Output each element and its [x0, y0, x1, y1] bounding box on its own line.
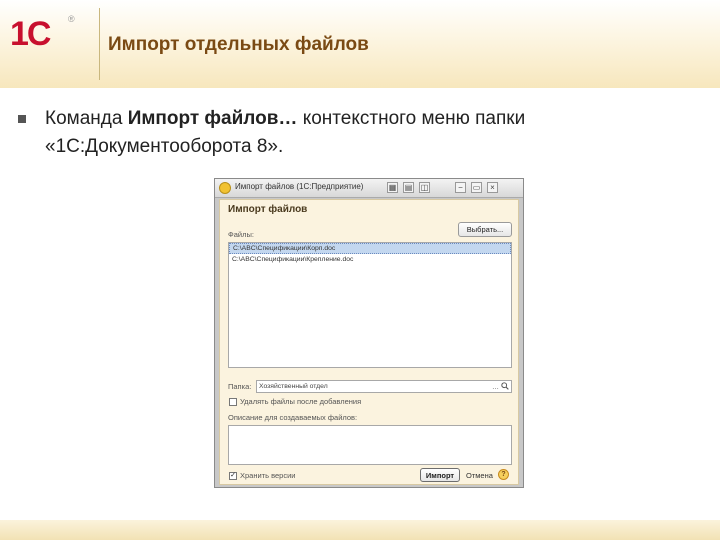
import-button[interactable]: Импорт [420, 468, 460, 482]
help-icon[interactable]: ? [498, 469, 509, 480]
search-icon[interactable] [501, 382, 509, 390]
folder-input[interactable]: Хозяйственный отдел … [256, 380, 512, 393]
select-files-button[interactable]: Выбрать... [458, 222, 512, 237]
folder-value: Хозяйственный отдел [259, 383, 328, 390]
form-body: Импорт файлов Файлы: Выбрать... C:\ABC\С… [219, 199, 519, 485]
delete-after-add-checkbox[interactable] [229, 398, 237, 406]
description-input[interactable] [228, 425, 512, 465]
folder-select-icon[interactable]: … [492, 382, 499, 392]
1c-logo: 1С ® [10, 14, 90, 58]
keep-versions-label: Хранить версии [240, 471, 296, 480]
bullet-text-bold: Импорт файлов… [127, 108, 298, 129]
1c-app-icon [219, 182, 231, 194]
folder-label: Папка: [228, 382, 252, 391]
window-chart-icon[interactable]: ◫ [419, 182, 430, 193]
cancel-button[interactable]: Отмена [466, 471, 493, 480]
window-title: Импорт файлов (1С:Предприятие) [235, 182, 364, 191]
maximize-button[interactable]: ▭ [471, 182, 482, 193]
slide-header: 1С ® Импорт отдельных файлов [0, 0, 720, 88]
keep-versions-checkbox[interactable]: ✓ [229, 472, 237, 480]
logo-text: 1С [10, 15, 51, 53]
window-titlebar[interactable]: Импорт файлов (1С:Предприятие) ▦ ▤ ◫ − ▭… [215, 179, 523, 198]
window-grid-icon[interactable]: ▦ [387, 182, 398, 193]
minimize-button[interactable]: − [455, 182, 466, 193]
description-label: Описание для создаваемых файлов: [228, 413, 358, 422]
bullet-text-before: Команда [45, 108, 128, 129]
slide-title: Импорт отдельных файлов [108, 34, 369, 55]
form-title: Импорт файлов [228, 204, 308, 215]
file-list-item[interactable]: C:\ABC\Спецификации\Корп.doc [229, 243, 511, 254]
logo-registered-mark: ® [68, 14, 75, 24]
window-list-icon[interactable]: ▤ [403, 182, 414, 193]
delete-after-add-label: Удалять файлы после добавления [240, 397, 362, 406]
files-label: Файлы: [228, 230, 254, 239]
close-button[interactable]: × [487, 182, 498, 193]
header-divider [99, 8, 100, 80]
files-list[interactable]: C:\ABC\Спецификации\Корп.doc C:\ABC\Спец… [228, 242, 512, 368]
import-files-window: Импорт файлов (1С:Предприятие) ▦ ▤ ◫ − ▭… [214, 178, 524, 488]
file-list-item[interactable]: C:\ABC\Спецификации\Крепление.doc [229, 254, 511, 265]
bullet-text: Команда Импорт файлов… контекстного меню… [45, 105, 685, 161]
slide-footer-bar [0, 520, 720, 540]
bullet-marker [18, 115, 26, 123]
